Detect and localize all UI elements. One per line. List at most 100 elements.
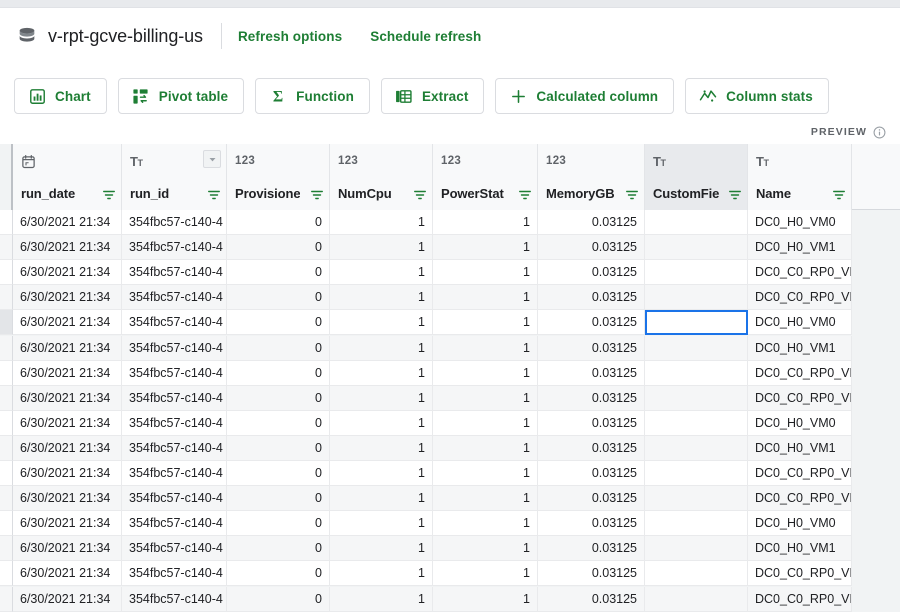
row-gutter[interactable] <box>0 260 13 286</box>
cell-numcpu[interactable]: 1 <box>330 360 433 386</box>
table-row[interactable]: 6/30/2021 21:34 354fbc57-c140-4 0 1 1 0.03125… <box>0 310 900 336</box>
row-gutter[interactable] <box>0 410 13 436</box>
cell-numcpu[interactable]: 1 <box>330 385 433 411</box>
info-icon[interactable] <box>873 126 886 139</box>
row-gutter[interactable] <box>0 435 13 461</box>
table-row[interactable]: 6/30/2021 21:34 354fbc57-c140-4 0 1 1 0.03125… <box>0 511 900 537</box>
cell-memorygb[interactable]: 0.03125 <box>538 260 645 286</box>
cell-name[interactable]: DC0_H0_VM1 <box>748 335 852 361</box>
table-row[interactable]: 6/30/2021 21:34 354fbc57-c140-4 0 1 1 0.03125… <box>0 335 900 361</box>
row-gutter[interactable] <box>0 335 13 361</box>
cell-run_id[interactable]: 354fbc57-c140-4 <box>122 210 227 236</box>
cell-name[interactable]: DC0_H0_VM0 <box>748 511 852 537</box>
cell-numcpu[interactable]: 1 <box>330 260 433 286</box>
cell-memorygb[interactable]: 0.03125 <box>538 435 645 461</box>
cell-run_date[interactable]: 6/30/2021 21:34 <box>13 235 122 261</box>
cell-name[interactable]: DC0_C0_RP0_VM <box>748 461 852 487</box>
cell-run_id[interactable]: 354fbc57-c140-4 <box>122 260 227 286</box>
table-row[interactable]: 6/30/2021 21:34 354fbc57-c140-4 0 1 1 0.03125… <box>0 285 900 311</box>
cell-numcpu[interactable]: 1 <box>330 210 433 236</box>
cell-provisione[interactable]: 0 <box>227 310 330 336</box>
cell-memorygb[interactable]: 0.03125 <box>538 586 645 612</box>
table-row[interactable]: 6/30/2021 21:34 354fbc57-c140-4 0 1 1 0.03125… <box>0 410 900 436</box>
cell-name[interactable]: DC0_H0_VM0 <box>748 210 852 236</box>
cell-run_date[interactable]: 6/30/2021 21:34 <box>13 561 122 587</box>
cell-powerstat[interactable]: 1 <box>433 486 538 512</box>
cell-provisione[interactable]: 0 <box>227 586 330 612</box>
cell-powerstat[interactable]: 1 <box>433 561 538 587</box>
cell-provisione[interactable]: 0 <box>227 561 330 587</box>
cell-run_id[interactable]: 354fbc57-c140-4 <box>122 486 227 512</box>
row-gutter[interactable] <box>0 486 13 512</box>
cell-memorygb[interactable]: 0.03125 <box>538 486 645 512</box>
cell-provisione[interactable]: 0 <box>227 235 330 261</box>
filter-icon[interactable] <box>310 188 324 202</box>
cell-customfie[interactable] <box>645 360 748 386</box>
filter-icon[interactable] <box>728 188 742 202</box>
cell-numcpu[interactable]: 1 <box>330 586 433 612</box>
grid-body[interactable]: 6/30/2021 21:34 354fbc57-c140-4 0 1 1 0.03125… <box>0 210 900 612</box>
cell-run_date[interactable]: 6/30/2021 21:34 <box>13 586 122 612</box>
cell-name[interactable]: DC0_C0_RP0_VM <box>748 561 852 587</box>
cell-run_date[interactable]: 6/30/2021 21:34 <box>13 260 122 286</box>
cell-numcpu[interactable]: 1 <box>330 461 433 487</box>
extract-button[interactable]: Extract <box>380 78 485 114</box>
cell-run_id[interactable]: 354fbc57-c140-4 <box>122 435 227 461</box>
cell-run_date[interactable]: 6/30/2021 21:34 <box>13 310 122 336</box>
cell-run_id[interactable]: 354fbc57-c140-4 <box>122 310 227 336</box>
pivot-table-button[interactable]: Pivot table <box>117 78 245 114</box>
cell-provisione[interactable]: 0 <box>227 486 330 512</box>
row-gutter[interactable] <box>0 561 13 587</box>
cell-customfie[interactable] <box>645 536 748 562</box>
row-gutter[interactable] <box>0 360 13 386</box>
cell-customfie[interactable] <box>645 435 748 461</box>
function-button[interactable]: Σ Function <box>255 78 370 114</box>
cell-customfie[interactable] <box>645 260 748 286</box>
cell-customfie[interactable] <box>645 335 748 361</box>
cell-customfie[interactable] <box>645 235 748 261</box>
column-header-run_id[interactable]: TT run_id <box>122 144 227 210</box>
cell-powerstat[interactable]: 1 <box>433 536 538 562</box>
row-gutter[interactable] <box>0 235 13 261</box>
row-gutter[interactable] <box>0 586 13 612</box>
column-stats-button[interactable]: Column stats <box>685 78 829 114</box>
cell-customfie[interactable] <box>645 385 748 411</box>
cell-provisione[interactable]: 0 <box>227 435 330 461</box>
cell-name[interactable]: DC0_H0_VM0 <box>748 410 852 436</box>
row-gutter[interactable] <box>0 385 13 411</box>
table-row[interactable]: 6/30/2021 21:34 354fbc57-c140-4 0 1 1 0.03125… <box>0 360 900 386</box>
cell-memorygb[interactable]: 0.03125 <box>538 461 645 487</box>
column-header-name[interactable]: TT Name <box>748 144 852 210</box>
cell-powerstat[interactable]: 1 <box>433 285 538 311</box>
table-row[interactable]: 6/30/2021 21:34 354fbc57-c140-4 0 1 1 0.03125… <box>0 235 900 261</box>
row-gutter[interactable] <box>0 511 13 537</box>
cell-name[interactable]: DC0_H0_VM1 <box>748 536 852 562</box>
table-row[interactable]: 6/30/2021 21:34 354fbc57-c140-4 0 1 1 0.03125… <box>0 260 900 286</box>
table-row[interactable]: 6/30/2021 21:34 354fbc57-c140-4 0 1 1 0.03125… <box>0 586 900 612</box>
cell-run_id[interactable]: 354fbc57-c140-4 <box>122 385 227 411</box>
cell-name[interactable]: DC0_C0_RP0_VM <box>748 586 852 612</box>
cell-run_id[interactable]: 354fbc57-c140-4 <box>122 410 227 436</box>
cell-memorygb[interactable]: 0.03125 <box>538 360 645 386</box>
filter-icon[interactable] <box>102 188 116 202</box>
filter-icon[interactable] <box>207 188 221 202</box>
cell-powerstat[interactable]: 1 <box>433 235 538 261</box>
cell-memorygb[interactable]: 0.03125 <box>538 410 645 436</box>
cell-powerstat[interactable]: 1 <box>433 335 538 361</box>
cell-run_date[interactable]: 6/30/2021 21:34 <box>13 210 122 236</box>
cell-provisione[interactable]: 0 <box>227 410 330 436</box>
cell-run_id[interactable]: 354fbc57-c140-4 <box>122 235 227 261</box>
cell-memorygb[interactable]: 0.03125 <box>538 235 645 261</box>
cell-run_date[interactable]: 6/30/2021 21:34 <box>13 410 122 436</box>
cell-numcpu[interactable]: 1 <box>330 335 433 361</box>
cell-name[interactable]: DC0_C0_RP0_VM <box>748 486 852 512</box>
column-header-powerstat[interactable]: 123 PowerStat <box>433 144 538 210</box>
chart-button[interactable]: Chart <box>14 78 107 114</box>
cell-run_date[interactable]: 6/30/2021 21:34 <box>13 335 122 361</box>
cell-run_date[interactable]: 6/30/2021 21:34 <box>13 435 122 461</box>
calculated-column-button[interactable]: Calculated column <box>495 78 675 114</box>
cell-name[interactable]: DC0_C0_RP0_VM <box>748 385 852 411</box>
cell-name[interactable]: DC0_C0_RP0_VM <box>748 285 852 311</box>
cell-name[interactable]: DC0_H0_VM1 <box>748 235 852 261</box>
cell-numcpu[interactable]: 1 <box>330 486 433 512</box>
